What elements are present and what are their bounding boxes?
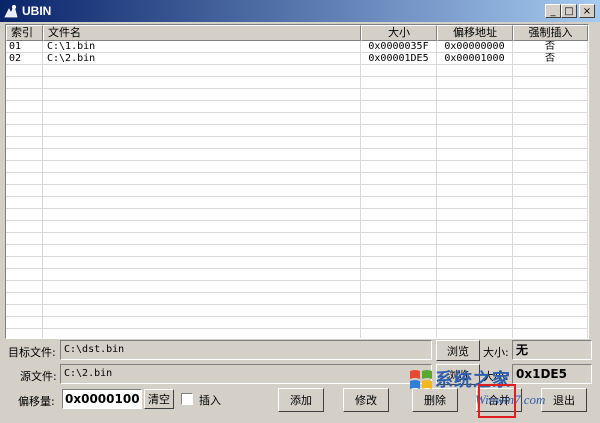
row-index: 02 — [9, 53, 22, 64]
row-force-insert: 否 — [545, 53, 555, 64]
modify-button[interactable]: 修改 — [343, 388, 389, 412]
list-body[interactable]: 01 C:\1.bin 0x0000035F 0x00000000 否 02 C… — [6, 41, 588, 338]
title-bar[interactable]: UBIN _ □ × — [0, 0, 600, 22]
row-offset: 0x00000000 — [444, 41, 505, 52]
row-force-insert: 否 — [545, 41, 555, 52]
row-size: 0x00001DE5 — [368, 53, 429, 64]
windows-logo-icon — [410, 370, 432, 389]
highlight-box — [478, 384, 516, 418]
row-filename: C:\2.bin — [47, 53, 96, 64]
table-row[interactable]: 01 C:\1.bin 0x0000035F 0x00000000 否 — [6, 41, 588, 53]
target-browse-button[interactable]: 浏览 — [436, 340, 480, 361]
offset-input[interactable] — [62, 389, 142, 409]
minimize-button[interactable]: _ — [545, 4, 561, 18]
target-size-value: 无 — [512, 340, 592, 360]
source-file-field[interactable]: C:\2.bin — [60, 364, 432, 384]
list-header: 索引 文件名 大小 偏移地址 强制插入 — [6, 25, 589, 41]
column-header-offset[interactable]: 偏移地址 — [437, 25, 513, 41]
file-list[interactable]: 索引 文件名 大小 偏移地址 强制插入 01 C:\1.bin 0x000003… — [5, 24, 589, 339]
insert-checkbox[interactable] — [181, 393, 193, 405]
row-offset: 0x00001000 — [444, 53, 505, 64]
offset-label: 偏移量: — [18, 395, 55, 408]
row-size: 0x0000035F — [368, 41, 429, 52]
column-header-size[interactable]: 大小 — [361, 25, 437, 41]
column-header-index[interactable]: 索引 — [6, 25, 43, 41]
ubin-window: UBIN _ □ × 索引 文件名 大小 偏移地址 强制插入 01 C:\1.b… — [0, 0, 600, 423]
column-header-force-insert[interactable]: 强制插入 — [513, 25, 588, 41]
add-button[interactable]: 添加 — [278, 388, 324, 412]
source-file-label: 源文件: — [20, 370, 57, 383]
row-filename: C:\1.bin — [47, 41, 96, 52]
maximize-button[interactable]: □ — [561, 4, 577, 18]
close-button[interactable]: × — [579, 4, 595, 18]
table-row[interactable]: 02 C:\2.bin 0x00001DE5 0x00001000 否 — [6, 53, 588, 65]
window-title: UBIN — [22, 4, 52, 18]
column-header-filler — [588, 25, 589, 41]
target-file-field[interactable]: C:\dst.bin — [60, 340, 432, 360]
clear-button[interactable]: 清空 — [144, 389, 174, 409]
column-header-filename[interactable]: 文件名 — [43, 25, 361, 41]
target-file-label: 目标文件: — [8, 346, 56, 359]
target-size-label: 大小: — [483, 346, 509, 359]
insert-label: 插入 — [199, 394, 221, 407]
app-icon — [4, 4, 18, 18]
row-index: 01 — [9, 41, 22, 52]
